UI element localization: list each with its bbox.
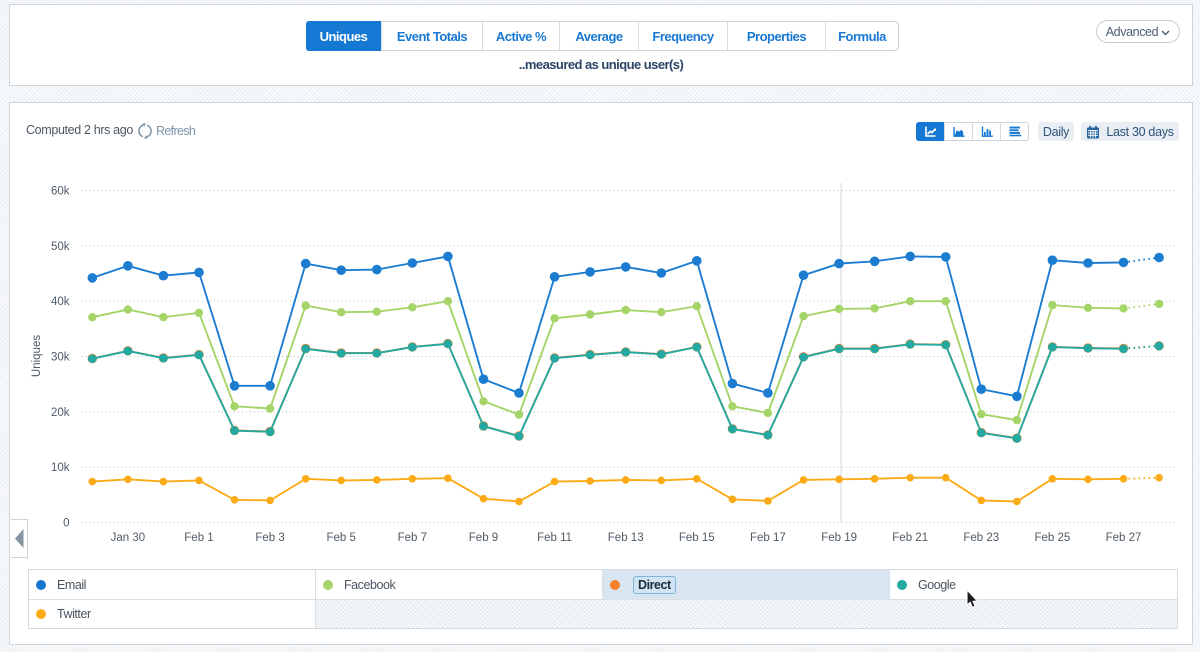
svg-text:50k: 50k bbox=[51, 241, 70, 253]
svg-text:Feb 1: Feb 1 bbox=[184, 532, 213, 544]
svg-text:0: 0 bbox=[63, 518, 69, 530]
svg-text:Feb 15: Feb 15 bbox=[679, 532, 715, 544]
svg-text:Jan 30: Jan 30 bbox=[111, 532, 146, 544]
svg-text:10k: 10k bbox=[51, 462, 70, 474]
svg-text:Feb 21: Feb 21 bbox=[892, 532, 928, 544]
svg-text:Feb 19: Feb 19 bbox=[821, 532, 857, 544]
svg-text:Feb 11: Feb 11 bbox=[537, 532, 572, 544]
svg-text:Feb 25: Feb 25 bbox=[1034, 532, 1070, 544]
svg-text:Feb 27: Feb 27 bbox=[1106, 532, 1142, 544]
svg-text:Feb 7: Feb 7 bbox=[398, 532, 427, 544]
svg-text:Feb 17: Feb 17 bbox=[750, 532, 786, 544]
svg-text:20k: 20k bbox=[51, 407, 70, 419]
svg-text:40k: 40k bbox=[51, 296, 70, 308]
svg-text:Feb 3: Feb 3 bbox=[255, 532, 284, 544]
svg-text:Feb 23: Feb 23 bbox=[963, 532, 999, 544]
svg-text:60k: 60k bbox=[51, 186, 70, 198]
svg-text:Uniques: Uniques bbox=[31, 335, 43, 377]
svg-text:Feb 13: Feb 13 bbox=[608, 532, 644, 544]
svg-text:Feb 9: Feb 9 bbox=[469, 532, 498, 544]
svg-text:Feb 5: Feb 5 bbox=[326, 532, 355, 544]
svg-text:30k: 30k bbox=[51, 352, 70, 364]
